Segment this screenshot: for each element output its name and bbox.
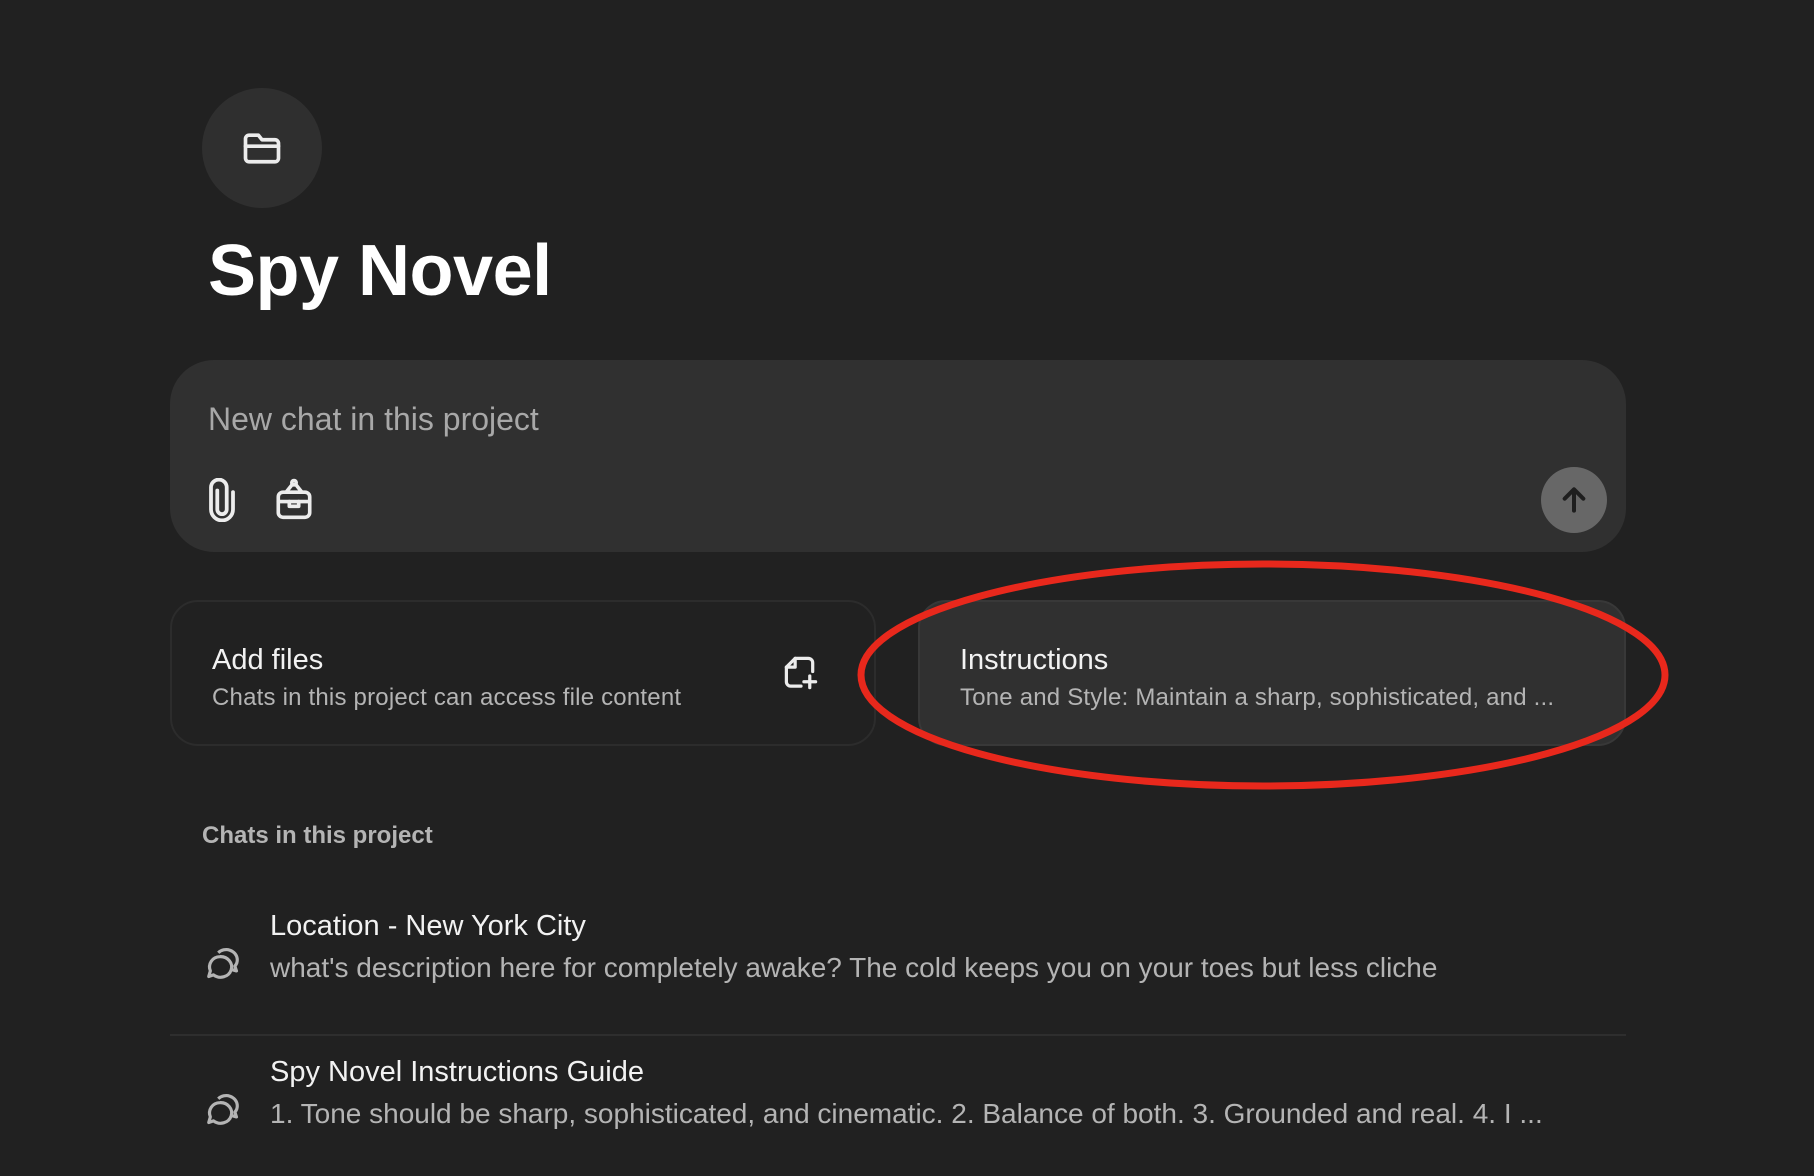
chat-title: Spy Novel Instructions Guide [270,1056,644,1088]
folder-icon [243,133,281,164]
new-chat-input[interactable] [206,392,1510,446]
instructions-card[interactable]: Instructions Tone and Style: Maintain a … [918,600,1626,746]
add-files-card[interactable]: Add files Chats in this project can acce… [170,600,876,746]
arrow-up-icon [1562,487,1586,513]
chat-snippet: 1. Tone should be sharp, sophisticated, … [270,1098,1543,1129]
send-button[interactable] [1541,467,1607,533]
add-files-title: Add files [212,644,324,676]
add-file-icon [784,656,818,690]
chats-section-label: Chats in this project [202,822,433,849]
chat-bubbles-icon [207,948,239,979]
add-files-button[interactable] [776,648,826,698]
chat-bubbles-icon [207,1094,239,1125]
add-files-subtitle: Chats in this project can access file co… [212,684,682,711]
tools-button[interactable] [270,474,318,526]
project-page: Spy Novel Add files Chats in this projec… [0,0,1814,1176]
project-title: Spy Novel [208,231,552,311]
attach-file-button[interactable] [198,474,246,526]
instructions-subtitle: Tone and Style: Maintain a sharp, sophis… [960,684,1555,711]
project-folder-badge[interactable] [202,88,322,208]
chat-list-item[interactable]: Location - New York City what's descript… [170,890,1626,1036]
chat-snippet: what's description here for completely a… [270,952,1438,983]
instructions-title: Instructions [960,644,1109,676]
chat-title: Location - New York City [270,910,586,942]
toolbox-icon [276,478,312,520]
chat-list-item[interactable]: Spy Novel Instructions Guide 1. Tone sho… [170,1036,1626,1176]
chat-composer [170,360,1626,552]
paperclip-icon [209,478,235,522]
